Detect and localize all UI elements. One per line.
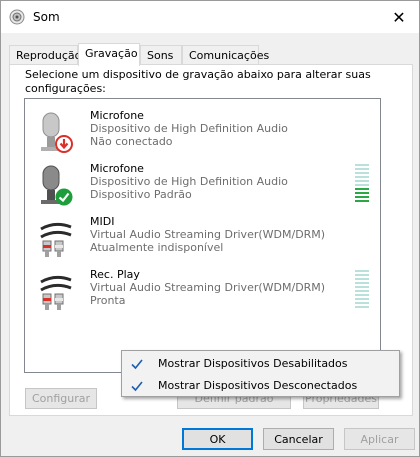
device-name: Rec. Play — [90, 268, 140, 281]
meter-segment — [355, 274, 369, 276]
device-status: Não conectado — [90, 135, 173, 148]
checkmark-icon — [131, 359, 143, 370]
tab-playback[interactable]: Reprodução — [9, 45, 81, 65]
meter-segment — [355, 306, 369, 308]
sound-dialog: Som ✕ Reprodução Gravação Sons Comunicaç… — [0, 0, 420, 457]
device-status: Pronta — [90, 294, 126, 307]
tab-communications[interactable]: Comunicações — [182, 45, 269, 65]
context-menu: Mostrar Dispositivos Desabilitados Mostr… — [121, 350, 400, 397]
list-item[interactable]: Microfone Dispositivo de High Definition… — [25, 107, 380, 160]
meter-segment — [355, 294, 369, 296]
ok-button[interactable]: OK — [182, 428, 253, 450]
meter-segment — [355, 168, 369, 170]
meter-segment — [355, 200, 369, 202]
menu-item-show-disabled[interactable]: Mostrar Dispositivos Desabilitados — [122, 353, 399, 375]
apply-button[interactable]: Aplicar — [344, 428, 415, 450]
tab-recording[interactable]: Gravação — [78, 43, 140, 66]
menu-item-label: Mostrar Dispositivos Desabilitados — [158, 357, 348, 370]
meter-segment — [355, 172, 369, 174]
device-status: Atualmente indisponível — [90, 241, 224, 254]
meter-segment — [355, 298, 369, 300]
device-name: Microfone — [90, 162, 144, 175]
checkmark-status-icon — [55, 188, 73, 206]
meter-segment — [355, 302, 369, 304]
menu-item-show-disconnected[interactable]: Mostrar Dispositivos Desconectados — [122, 375, 399, 397]
close-icon: ✕ — [392, 7, 406, 27]
meter-segment — [355, 180, 369, 182]
menu-item-label: Mostrar Dispositivos Desconectados — [158, 379, 358, 392]
meter-segment — [355, 286, 369, 288]
speaker-icon — [9, 9, 25, 25]
meter-segment — [355, 290, 369, 292]
device-driver: Virtual Audio Streaming Driver(WDM/DRM) — [90, 228, 326, 241]
instruction-text: Selecione um dispositivo de gravação aba… — [25, 68, 371, 95]
close-button[interactable]: ✕ — [379, 1, 419, 33]
rca-cable-icon — [40, 222, 72, 257]
list-item[interactable]: MIDI Virtual Audio Streaming Driver(WDM/… — [25, 213, 380, 266]
device-list[interactable]: Microfone Dispositivo de High Definition… — [24, 98, 381, 373]
meter-segment — [355, 270, 369, 272]
checkmark-icon — [131, 381, 143, 392]
device-driver: Dispositivo de High Definition Audio — [90, 175, 288, 188]
meter-segment — [355, 278, 369, 280]
meter-segment — [355, 164, 369, 166]
level-meter — [355, 270, 369, 310]
device-driver: Dispositivo de High Definition Audio — [90, 122, 288, 135]
meter-segment — [355, 196, 369, 198]
list-item[interactable]: Rec. Play Virtual Audio Streaming Driver… — [25, 266, 380, 319]
device-status: Dispositivo Padrão — [90, 188, 192, 201]
meter-segment — [355, 188, 369, 190]
window-title: Som — [33, 10, 60, 24]
device-name: Microfone — [90, 109, 144, 122]
level-meter — [355, 164, 369, 204]
tab-sounds[interactable]: Sons — [140, 45, 182, 65]
rca-cable-icon — [40, 275, 72, 310]
device-name: MIDI — [90, 215, 115, 228]
configure-button[interactable]: Configurar — [25, 388, 97, 409]
meter-segment — [355, 176, 369, 178]
meter-segment — [355, 192, 369, 194]
unplugged-status-icon — [55, 135, 73, 153]
meter-segment — [355, 184, 369, 186]
cancel-button[interactable]: Cancelar — [263, 428, 334, 450]
meter-segment — [355, 282, 369, 284]
device-driver: Virtual Audio Streaming Driver(WDM/DRM) — [90, 281, 326, 294]
title-bar[interactable]: Som ✕ — [1, 1, 419, 33]
list-item[interactable]: Microfone Dispositivo de High Definition… — [25, 160, 380, 213]
